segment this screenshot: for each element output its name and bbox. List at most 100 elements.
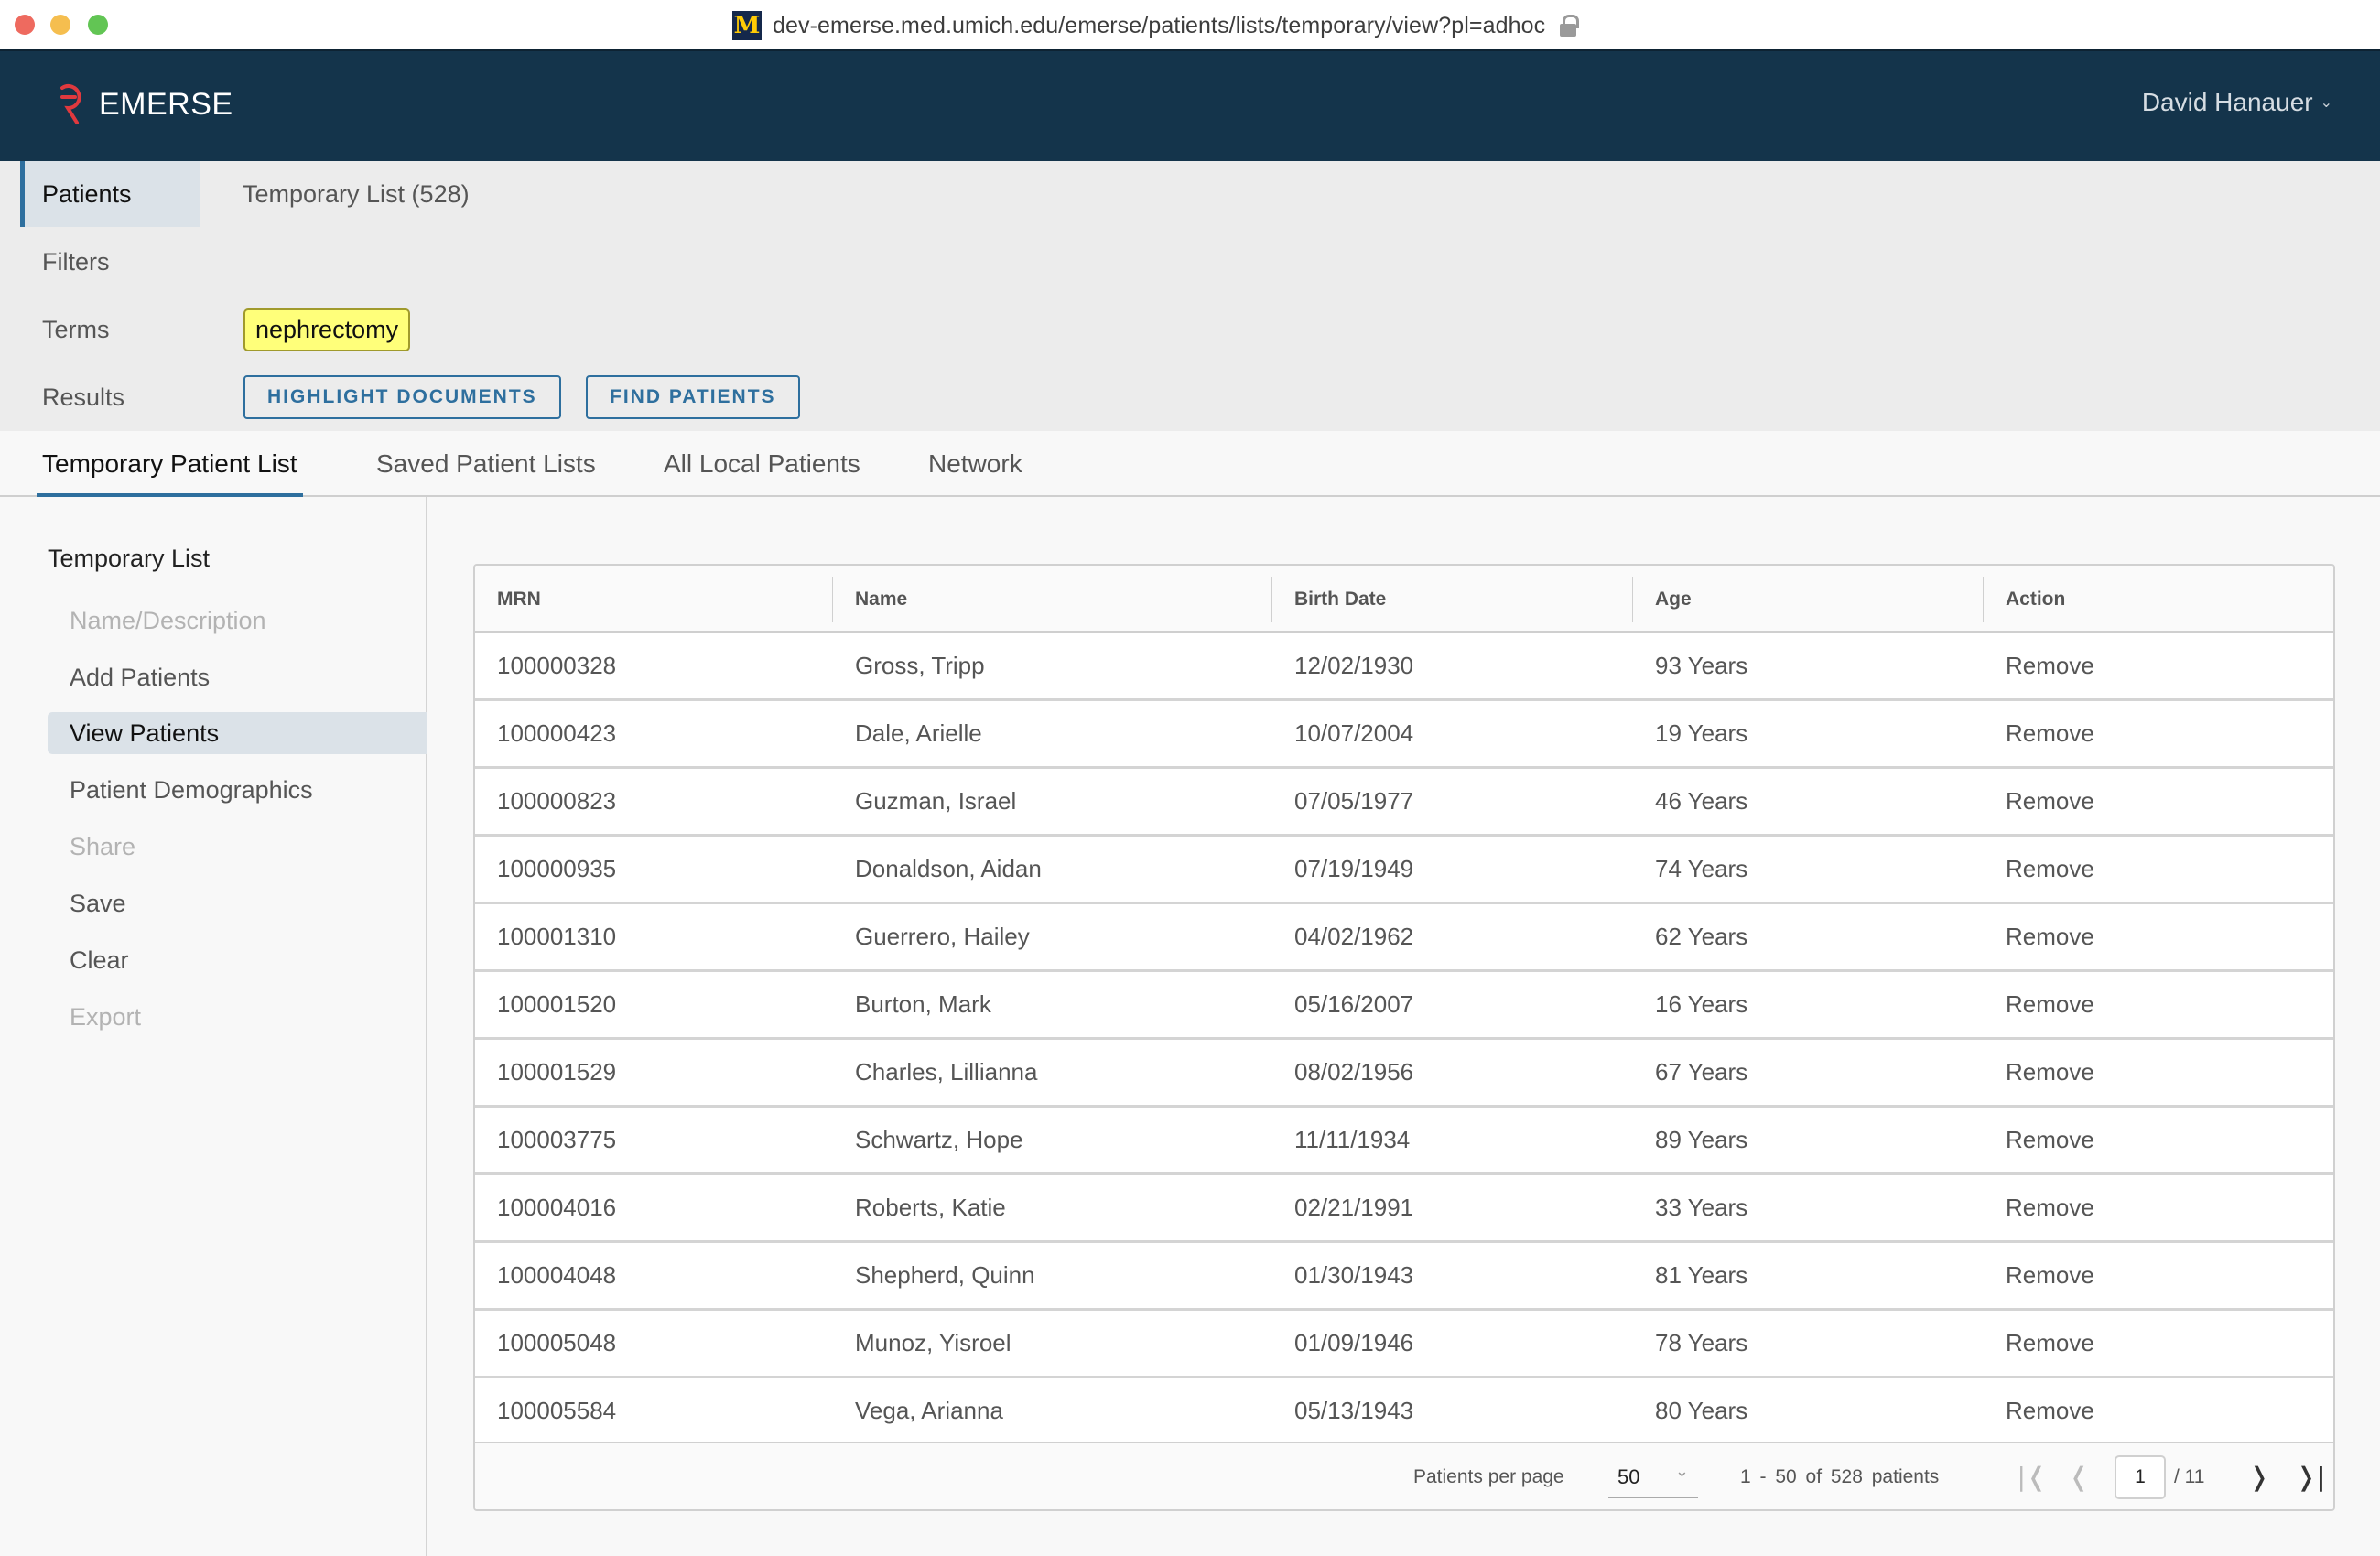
summary-label-patients[interactable]: Patients [20,161,200,227]
table-body: 100000328 Gross, Tripp 12/02/1930 93 Years R… [475,633,2333,1446]
sidebar-item-save[interactable]: Save [48,882,427,924]
remove-action[interactable]: Remove [1984,972,2094,1037]
per-page-select[interactable]: 50 ⌄ [1608,1456,1698,1498]
user-menu[interactable]: David Hanauer ⌄ [2142,88,2332,117]
patient-list-tabs: Temporary Patient List Saved Patient Lis… [0,431,2380,499]
cell-age: 33 Years [1655,1194,1748,1221]
cell-mrn: 100001310 [497,923,617,950]
table-row[interactable]: 100003775 Schwartz, Hope 11/11/1934 89 Year… [475,1108,2333,1175]
remove-action[interactable]: Remove [1984,1311,2094,1376]
summary-row-terms: Terms nephrectomy [0,297,2380,362]
search-term-chip[interactable]: nephrectomy [243,308,411,351]
maximize-window-button[interactable] [88,15,108,35]
highlight-documents-button[interactable]: HIGHLIGHT DOCUMENTS [243,375,561,419]
sidebar-item-view-patients[interactable]: View Patients [48,712,427,754]
cell-mrn: 100001520 [497,990,617,1018]
cell-mrn: 100000328 [497,652,617,679]
cell-birth-date: 05/13/1943 [1294,1397,1414,1424]
close-window-button[interactable] [15,15,35,35]
summary-label-results[interactable]: Results [20,364,200,430]
remove-action[interactable]: Remove [1984,1243,2094,1308]
page-number-input[interactable] [2115,1455,2166,1499]
cell-birth-date: 08/02/1956 [1294,1058,1414,1086]
next-page-icon[interactable]: ❭ [2244,1458,2275,1497]
sidebar-item-clear[interactable]: Clear [48,939,427,981]
cell-birth-date: 07/19/1949 [1294,855,1414,882]
summary-row-patients: Patients Temporary List (528) [0,161,2380,227]
cell-birth-date: 01/09/1946 [1294,1329,1414,1356]
remove-action[interactable]: Remove [1984,1378,2094,1443]
table-row[interactable]: 100001520 Burton, Mark 05/16/2007 16 Years R… [475,972,2333,1040]
table-pagination: Patients per page 50 ⌄ 1 - 50 of 528 pat… [475,1442,2333,1509]
remove-action[interactable]: Remove [1984,904,2094,969]
summary-label-filters[interactable]: Filters [20,229,200,295]
summary-label-terms[interactable]: Terms [20,297,200,362]
table-row[interactable]: 100004048 Shepherd, Quinn 01/30/1943 81 Yea… [475,1243,2333,1311]
last-page-icon[interactable]: ❭| [2295,1458,2326,1497]
table-row[interactable]: 100001529 Charles, Lillianna 08/02/1956 67 … [475,1040,2333,1108]
cell-name: Shepherd, Quinn [855,1261,1035,1289]
remove-action[interactable]: Remove [1984,701,2094,766]
column-header-birth-date[interactable]: Birth Date [1272,566,1386,633]
table-row[interactable]: 100005584 Vega, Arianna 05/13/1943 80 Years… [475,1378,2333,1446]
table-row[interactable]: 100000935 Donaldson, Aidan 07/19/1949 74 Ye… [475,837,2333,904]
tab-temporary-patient-list[interactable]: Temporary Patient List [37,431,303,499]
cell-age: 81 Years [1655,1261,1748,1289]
brand-logo[interactable]: EMERSE [57,79,233,130]
cell-age: 67 Years [1655,1058,1748,1086]
cell-age: 80 Years [1655,1397,1748,1424]
remove-action[interactable]: Remove [1984,837,2094,902]
cell-birth-date: 11/11/1934 [1294,1126,1411,1153]
cell-age: 46 Years [1655,787,1748,815]
column-header-name[interactable]: Name [833,566,907,633]
cell-mrn: 100000823 [497,787,617,815]
per-page-label: Patients per page [1413,1466,1564,1487]
minimize-window-button[interactable] [50,15,70,35]
cell-age: 74 Years [1655,855,1748,882]
table-row[interactable]: 100000423 Dale, Arielle 10/07/2004 19 Years… [475,701,2333,769]
cell-mrn: 100004016 [497,1194,617,1221]
cell-age: 78 Years [1655,1329,1748,1356]
remove-action[interactable]: Remove [1984,1175,2094,1240]
tab-network[interactable]: Network [923,431,1028,497]
cell-name: Munoz, Yisroel [855,1329,1012,1356]
table-row[interactable]: 100004016 Roberts, Katie 02/21/1991 33 Year… [475,1175,2333,1243]
cell-age: 62 Years [1655,923,1748,950]
tab-saved-patient-lists[interactable]: Saved Patient Lists [371,431,601,497]
table-row[interactable]: 100001310 Guerrero, Hailey 04/02/1962 62 Ye… [475,904,2333,972]
table-row[interactable]: 100005048 Munoz, Yisroel 01/09/1946 78 Year… [475,1311,2333,1378]
table-row[interactable]: 100000328 Gross, Tripp 12/02/1930 93 Years R… [475,633,2333,701]
table-row[interactable]: 100000823 Guzman, Israel 07/05/1977 46 Year… [475,769,2333,837]
remove-action[interactable]: Remove [1984,1040,2094,1105]
find-patients-button[interactable]: FIND PATIENTS [586,375,800,419]
cell-mrn: 100000423 [497,719,617,747]
cell-name: Guzman, Israel [855,787,1017,815]
cell-age: 93 Years [1655,652,1748,679]
tab-all-local-patients[interactable]: All Local Patients [658,431,866,497]
patients-table: MRN Name Birth Date Age Action 100000328… [473,564,2335,1511]
table-header: MRN Name Birth Date Age Action [475,566,2333,633]
remove-action[interactable]: Remove [1984,769,2094,834]
cell-mrn: 100003775 [497,1126,617,1153]
cell-name: Dale, Arielle [855,719,982,747]
column-header-mrn[interactable]: MRN [475,566,541,633]
sidebar-title: Temporary List [48,545,211,572]
remove-action[interactable]: Remove [1984,633,2094,698]
address-bar[interactable]: M dev-emerse.med.umich.edu/emerse/patien… [732,11,1580,40]
sidebar-item-add-patients[interactable]: Add Patients [48,656,427,698]
cell-age: 16 Years [1655,990,1748,1018]
cell-mrn: 100005048 [497,1329,617,1356]
sidebar-item-patient-demographics[interactable]: Patient Demographics [48,769,427,811]
user-name: David Hanauer [2141,88,2313,116]
column-header-age[interactable]: Age [1633,566,1692,633]
emerse-logo-icon [60,84,81,124]
cell-name: Burton, Mark [855,990,991,1018]
cell-birth-date: 10/07/2004 [1294,719,1414,747]
remove-action[interactable]: Remove [1984,1108,2094,1172]
previous-page-icon[interactable]: ❬ [2063,1458,2094,1497]
cell-birth-date: 01/30/1943 [1294,1261,1414,1289]
total-pages: / 11 [2174,1466,2205,1487]
cell-birth-date: 05/16/2007 [1294,990,1414,1018]
app-header: EMERSE David Hanauer ⌄ [0,51,2380,161]
first-page-icon[interactable]: |❬ [2017,1458,2048,1497]
